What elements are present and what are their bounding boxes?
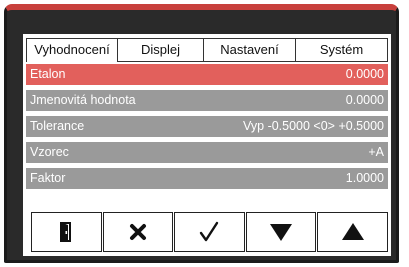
close-x-icon — [129, 223, 147, 241]
checkmark-icon — [198, 221, 220, 243]
device: Vyhodnocení Displej Nastavení Systém Eta… — [0, 0, 409, 267]
up-button[interactable] — [317, 212, 388, 252]
row-jmenovita-hodnota[interactable]: Jmenovitá hodnota 0.0000 — [26, 90, 388, 111]
tab-system[interactable]: Systém — [295, 38, 388, 62]
exit-door-icon — [57, 221, 75, 243]
confirm-button[interactable] — [174, 212, 245, 252]
row-label: Tolerance — [30, 116, 84, 137]
row-value: +A — [368, 142, 384, 163]
row-label: Faktor — [30, 168, 65, 189]
down-button[interactable] — [246, 212, 317, 252]
row-tolerance[interactable]: Tolerance Vyp -0.5000 <0> +0.5000 — [26, 116, 388, 137]
row-etalon[interactable]: Etalon 0.0000 — [26, 64, 388, 85]
row-label: Jmenovitá hodnota — [30, 90, 136, 111]
row-value: 0.0000 — [346, 64, 384, 85]
row-value: 1.0000 — [346, 168, 384, 189]
arrow-down-icon — [268, 222, 294, 242]
row-faktor[interactable]: Faktor 1.0000 — [26, 168, 388, 189]
row-label: Vzorec — [30, 142, 69, 163]
row-value: Vyp -0.5000 <0> +0.5000 — [243, 116, 384, 137]
row-value: 0.0000 — [346, 90, 384, 111]
exit-button[interactable] — [31, 212, 102, 252]
settings-list: Etalon 0.0000 Jmenovitá hodnota 0.0000 T… — [26, 64, 388, 194]
screen: Vyhodnocení Displej Nastavení Systém Eta… — [23, 34, 391, 256]
tab-bar: Vyhodnocení Displej Nastavení Systém — [26, 38, 388, 62]
row-label: Etalon — [30, 64, 65, 85]
arrow-up-icon — [340, 222, 366, 242]
button-bar — [31, 212, 388, 252]
cancel-button[interactable] — [103, 212, 174, 252]
tab-displej[interactable]: Displej — [117, 38, 204, 62]
row-vzorec[interactable]: Vzorec +A — [26, 142, 388, 163]
tab-nastaveni[interactable]: Nastavení — [203, 38, 296, 62]
tab-vyhodnoceni[interactable]: Vyhodnocení — [26, 38, 118, 62]
